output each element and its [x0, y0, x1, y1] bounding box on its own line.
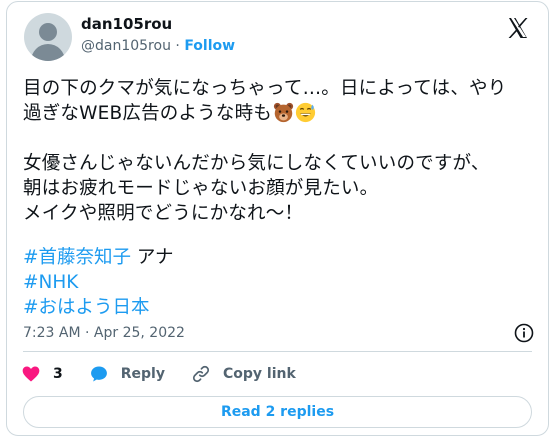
- read-replies-label: Read 2 replies: [220, 404, 335, 420]
- tweet-date: Apr 25, 2022: [93, 325, 185, 341]
- tweet-text-line2: 過ぎなWEB広告のような時も: [23, 103, 272, 124]
- x-logo-icon[interactable]: [506, 16, 530, 40]
- action-bar: 3 Reply Copy link: [21, 364, 322, 384]
- author-handle-row: @dan105rou · Follow: [81, 38, 235, 54]
- link-icon: [192, 365, 210, 383]
- tweet-text-paragraph2: 女優さんじゃないんだから気にしなくていいのですが、 朝はお疲れモードじゃないお顔…: [23, 153, 490, 224]
- bear-emoji-icon: [273, 102, 294, 123]
- like-button[interactable]: 3: [21, 364, 63, 384]
- tweet-card: dan105rou @dan105rou · Follow 目の下のクマが気にな…: [6, 1, 549, 436]
- timestamp-separator: ·: [80, 325, 94, 341]
- hashtag-line-2: #NHK: [23, 270, 174, 295]
- like-count: 3: [53, 366, 63, 382]
- tweet-text-line1: 目の下のクマが気になっちゃって…。日によっては、やり: [23, 78, 507, 99]
- author-handle[interactable]: @dan105rou: [81, 38, 171, 54]
- hashtag-line-1: #首藤奈知子 アナ: [23, 245, 174, 270]
- hashtag-line-3: #おはよう日本: [23, 295, 174, 320]
- hashtag-link[interactable]: #NHK: [23, 272, 78, 293]
- copy-link-button[interactable]: Copy link: [191, 364, 296, 384]
- tweet-time: 7:23 AM: [23, 325, 81, 341]
- hashtag-link[interactable]: #首藤奈知子: [23, 247, 131, 268]
- read-replies-button[interactable]: Read 2 replies: [23, 396, 532, 428]
- hashtag-link[interactable]: #おはよう日本: [23, 297, 150, 318]
- reply-label: Reply: [120, 366, 165, 382]
- follow-button[interactable]: Follow: [184, 38, 235, 54]
- tweet-timestamp[interactable]: 7:23 AM · Apr 25, 2022: [23, 325, 185, 341]
- divider: [23, 351, 532, 352]
- reply-bubble-icon: [90, 366, 107, 382]
- tweet-text: 目の下のクマが気になっちゃって…。日によっては、やり 過ぎなWEB広告のような時…: [23, 76, 538, 226]
- hashtag-suffix-text: アナ: [131, 247, 174, 268]
- info-icon[interactable]: [514, 323, 534, 343]
- sweat-smile-emoji-icon: [295, 102, 316, 123]
- copy-link-label: Copy link: [222, 366, 296, 382]
- avatar-head-shape: [39, 23, 57, 41]
- hashtag-block: #首藤奈知子 アナ #NHK #おはよう日本: [23, 245, 174, 320]
- avatar-body-shape: [31, 44, 65, 61]
- dot-separator: ·: [175, 38, 185, 54]
- author-display-name[interactable]: dan105rou: [81, 15, 172, 33]
- avatar[interactable]: [24, 13, 72, 61]
- reply-button[interactable]: Reply: [89, 364, 165, 384]
- heart-icon: [22, 366, 40, 382]
